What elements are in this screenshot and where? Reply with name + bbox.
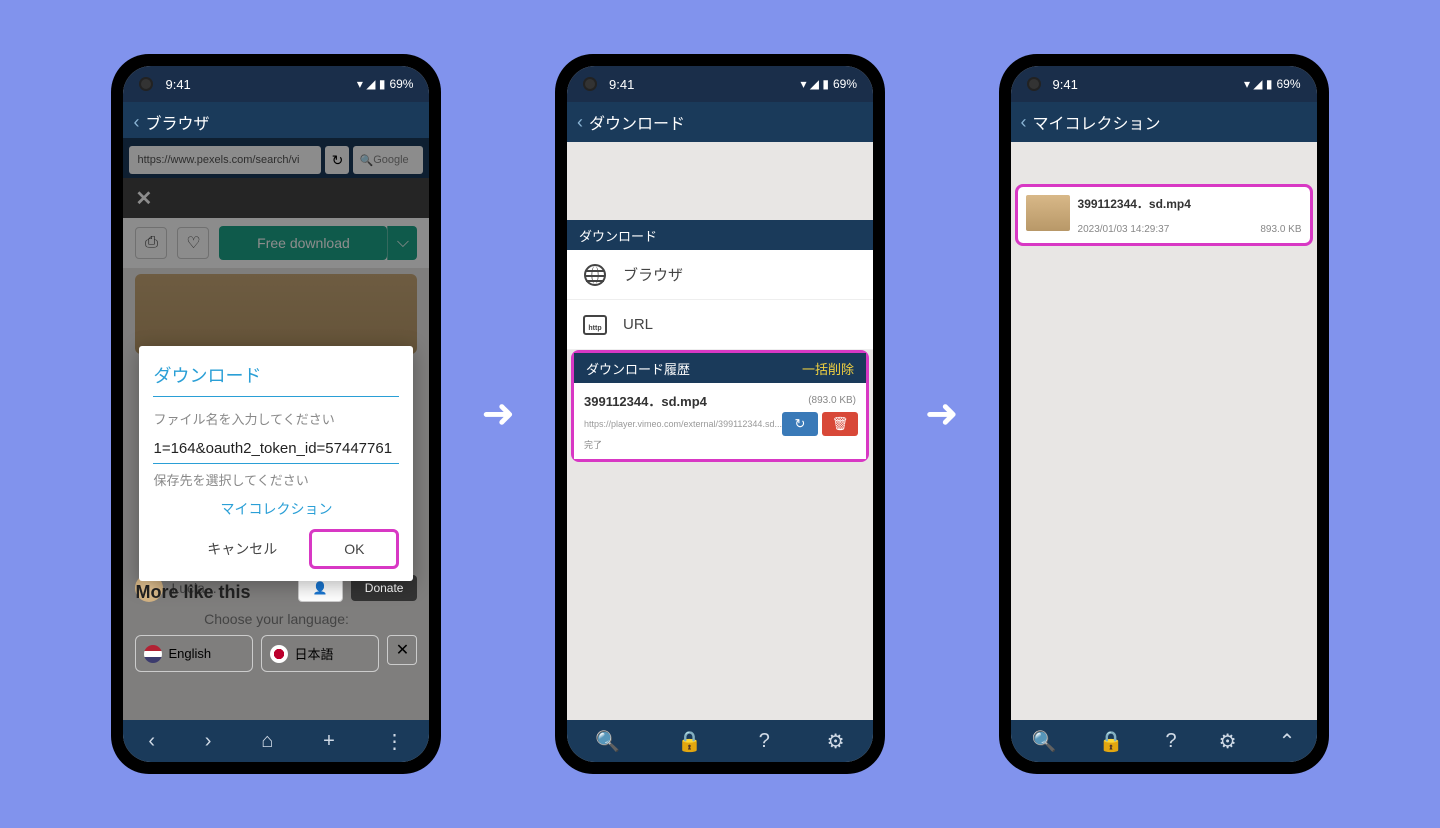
video-thumbnail [1026,195,1070,231]
delete-button[interactable]: 🗑 [822,412,858,436]
file-size: (893.0 KB) [808,395,856,406]
file-size: 893.0 KB [1260,224,1301,235]
cancel-button[interactable]: キャンセル [183,529,301,569]
destination-label: 保存先を選択してください [153,470,399,489]
file-date: 2023/01/03 14:29:37 [1078,224,1170,235]
back-icon[interactable]: ‹ [577,112,583,133]
dialog-title: ダウンロード [153,362,399,388]
choose-language-label: Choose your language: [135,611,417,627]
my-collection-link[interactable]: マイコレクション [153,499,399,519]
ok-button[interactable]: OK [309,529,399,569]
app-header: ‹ ダウンロード [567,102,873,142]
phone-2: 9:41 ▾ ◢ ▮69% ‹ ダウンロード ダウンロード ブラウザ http … [555,54,885,774]
section-history: ダウンロード履歴 一括削除 [574,353,866,383]
bottom-nav: 🔍 🔒 ? ⚙ [567,720,873,762]
app-header: ‹ ブラウザ [123,102,429,142]
us-flag-icon [144,645,162,663]
back-icon[interactable]: ‹ [1021,112,1027,133]
http-icon: http [583,315,607,335]
nav-lock-icon[interactable]: 🔒 [677,729,702,754]
app-header: ‹ マイコレクション [1011,102,1317,142]
more-like-this-title: More like this [135,582,417,603]
arrow-icon: ➜ [925,391,959,437]
file-name: 399112344．sd.mp4 [1078,195,1302,212]
batch-delete-button[interactable]: 一括削除 [802,359,854,378]
nav-lock-icon[interactable]: 🔒 [1099,729,1124,754]
nav-settings-icon[interactable]: ⚙ [827,729,845,754]
download-dialog: ダウンロード ファイル名を入力してください 保存先を選択してください マイコレク… [139,346,413,581]
phone-3: 9:41 ▾ ◢ ▮69% ‹ マイコレクション 399112344．sd.mp… [999,54,1329,774]
nav-help-icon[interactable]: ? [759,730,770,753]
phone-1: 9:41 ▾ ◢ ▮69% ‹ ブラウザ https://www.pexels.… [111,54,441,774]
history-highlight: ダウンロード履歴 一括削除 399112344．sd.mp4 (893.0 KB… [571,350,869,462]
header-title: ブラウザ [145,110,209,134]
back-icon[interactable]: ‹ [133,112,139,133]
camera-icon [139,77,153,91]
bottom-nav: 🔍 🔒 ? ⚙ ⌃ [1011,720,1317,762]
nav-menu-icon[interactable]: ⋮ [385,729,405,754]
collection-item[interactable]: 399112344．sd.mp4 2023/01/03 14:29:37 893… [1015,184,1313,246]
menu-browser[interactable]: ブラウザ [567,250,873,300]
file-name: 399112344．sd.mp4 [584,391,707,410]
retry-button[interactable]: ↻ [782,412,818,436]
nav-back-icon[interactable]: ‹ [148,730,155,753]
status-done: 完了 [584,438,856,451]
globe-icon [584,264,606,286]
camera-icon [1027,77,1041,91]
more-section: More like this Choose your language: Eng… [135,582,417,672]
status-bar: 9:41 ▾ ◢ ▮69% [1011,66,1317,102]
nav-home-icon[interactable]: ⌂ [261,730,273,753]
camera-icon [583,77,597,91]
nav-search-icon[interactable]: 🔍 [1032,729,1057,754]
lang-japanese[interactable]: 日本語 [261,635,379,672]
status-bar: 9:41 ▾ ◢ ▮69% [567,66,873,102]
nav-settings-icon[interactable]: ⚙ [1219,729,1237,754]
arrow-icon: ➜ [481,391,515,437]
lang-english[interactable]: English [135,635,253,672]
menu-url[interactable]: http URL [567,300,873,350]
nav-help-icon[interactable]: ? [1165,730,1176,753]
jp-flag-icon [270,645,288,663]
nav-plus-icon[interactable]: + [323,730,335,753]
nav-forward-icon[interactable]: › [205,730,212,753]
nav-up-icon[interactable]: ⌃ [1279,729,1296,754]
history-item[interactable]: 399112344．sd.mp4 (893.0 KB) https://play… [574,383,866,459]
filename-label: ファイル名を入力してください [153,409,399,428]
status-bar: 9:41 ▾ ◢ ▮69% [123,66,429,102]
bottom-nav: ‹ › ⌂ + ⋮ [123,720,429,762]
nav-search-icon[interactable]: 🔍 [595,729,620,754]
file-source-url: https://player.vimeo.com/external/399112… [584,419,782,429]
close-lang-icon[interactable]: ✕ [387,635,417,665]
section-download: ダウンロード [567,220,873,250]
filename-input[interactable] [153,434,399,464]
header-title: ダウンロード [589,110,685,134]
header-title: マイコレクション [1033,110,1161,134]
